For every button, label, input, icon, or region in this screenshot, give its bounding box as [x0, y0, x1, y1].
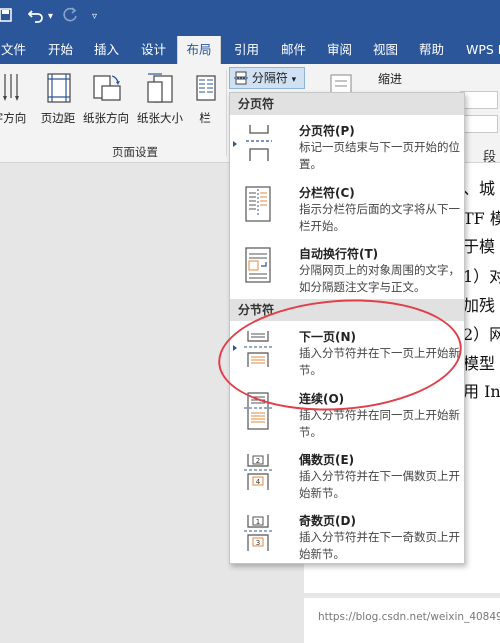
document-line: 、城	[463, 179, 496, 198]
chevron-down-icon: ▾	[291, 75, 297, 85]
odd-page-section-break-icon: 13	[244, 515, 272, 551]
text-wrapping-break-icon	[245, 247, 271, 283]
column-break-icon	[245, 186, 271, 222]
menu-item-description: 指示分栏符后面的文字将从下一栏开始。	[299, 202, 460, 233]
menu-item-title: 分页符(P)	[299, 124, 355, 138]
menu-item-description: 插入分节符并在下一奇数页上开始新节。	[299, 530, 460, 561]
indent-label: 缩进	[378, 72, 403, 86]
document-line: TF 模	[463, 209, 500, 228]
document-line: 模型	[463, 354, 496, 373]
ribbon-separator	[226, 70, 227, 156]
document-line: 于模	[463, 237, 496, 256]
watermark: https://blog.csdn.net/weixin_40849273	[318, 611, 500, 623]
menu-item-text-wrapping-break[interactable]: 自动换行符(T) 分隔网页上的对象周围的文字，如分隔题注文字与正文。	[230, 242, 464, 302]
tab-insert[interactable]: 插入	[94, 36, 119, 64]
save-icon[interactable]	[0, 7, 12, 28]
text-direction-icon	[3, 74, 19, 101]
indicator-arrow-icon	[233, 141, 237, 147]
svg-text:1: 1	[256, 518, 260, 526]
tab-wps-pdf[interactable]: WPS P	[466, 36, 500, 64]
menu-item-odd-page[interactable]: 13 奇数页(D) 插入分节符并在下一奇数页上开始新节。	[230, 509, 464, 569]
tab-mailings[interactable]: 邮件	[281, 36, 306, 64]
document-header-text: 段	[483, 150, 497, 165]
tab-references[interactable]: 引用	[234, 36, 259, 64]
document-line: 加残	[463, 296, 496, 315]
tab-home[interactable]: 开始	[48, 36, 73, 64]
breaks-label: 分隔符	[251, 71, 288, 85]
orientation-icon	[93, 75, 121, 101]
tab-view[interactable]: 视图	[373, 36, 398, 64]
document-line: 2）网	[463, 325, 500, 344]
page-break-icon	[246, 125, 272, 161]
tab-help[interactable]: 帮助	[419, 36, 444, 64]
orientation-label: 纸张方向	[83, 111, 129, 125]
breaks-icon	[234, 71, 248, 85]
customize-quick-access-icon[interactable]: ▿	[92, 7, 97, 27]
undo-icon[interactable]	[27, 7, 46, 28]
undo-dropdown-icon[interactable]: ▾	[48, 7, 53, 27]
tab-file[interactable]: 文件	[0, 36, 26, 64]
orientation-button[interactable]: 纸张方向	[76, 68, 136, 128]
menu-item-title: 分栏符(C)	[299, 186, 355, 200]
menu-item-description: 分隔网页上的对象周围的文字，如分隔题注文字与正文。	[299, 263, 460, 294]
columns-icon	[196, 75, 216, 101]
columns-label: 栏	[199, 111, 211, 125]
document-line: 1）对	[463, 267, 500, 286]
title-bar: ▾ ▿	[0, 0, 500, 36]
menu-item-page-break[interactable]: 分页符(P) 标记一页结束与下一页开始的位置。	[230, 119, 464, 179]
svg-text:2: 2	[256, 457, 260, 465]
menu-item-even-page[interactable]: 24 偶数页(E) 插入分节符并在下一偶数页上开始新节。	[230, 448, 464, 508]
tab-design[interactable]: 设计	[141, 36, 166, 64]
even-page-section-break-icon: 24	[244, 454, 272, 490]
menu-item-title: 自动换行符(T)	[299, 247, 379, 261]
tab-review[interactable]: 审阅	[327, 36, 352, 64]
menu-item-title: 奇数页(D)	[299, 514, 356, 528]
page-setup-group-label: 页面设置	[112, 145, 158, 159]
menu-item-description: 插入分节符并在下一偶数页上开始新节。	[299, 469, 460, 500]
breaks-button[interactable]: 分隔符 ▾	[229, 67, 305, 89]
paper-size-icon	[147, 73, 173, 103]
document-line: 用 In	[463, 382, 500, 401]
menu-item-description: 插入分节符并在同一页上开始新节。	[299, 408, 460, 439]
columns-button[interactable]: 栏	[180, 68, 230, 128]
page-breaks-header: 分页符	[230, 93, 464, 115]
indent-left-spinner[interactable]	[460, 91, 498, 109]
redo-icon	[62, 7, 78, 28]
tab-layout[interactable]: 布局	[177, 36, 221, 64]
svg-text:3: 3	[256, 539, 260, 547]
ribbon-tabs: 文件 开始 插入 设计 布局 引用 邮件 审阅 视图 帮助 WPS P	[0, 36, 500, 64]
indent-right-spinner[interactable]	[460, 115, 498, 133]
menu-item-description: 标记一页结束与下一页开始的位置。	[299, 140, 460, 171]
svg-text:4: 4	[256, 478, 261, 486]
margins-icon	[47, 73, 71, 103]
menu-item-title: 偶数页(E)	[299, 453, 355, 467]
menu-item-column-break[interactable]: 分栏符(C) 指示分栏符后面的文字将从下一栏开始。	[230, 181, 464, 241]
